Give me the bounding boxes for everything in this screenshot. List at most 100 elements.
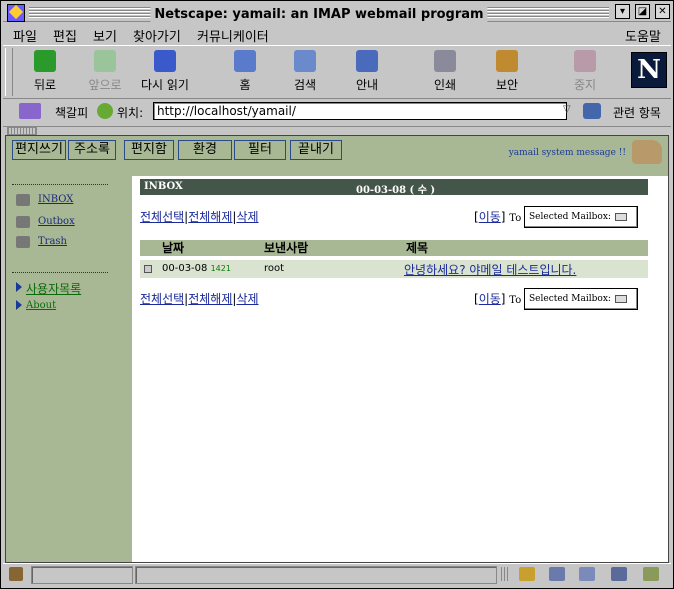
search-button[interactable]: 검색 <box>275 50 335 93</box>
deselect-all-link[interactable]: 전체해제 <box>188 210 232 224</box>
back-label: 뒤로 <box>33 78 57 92</box>
toolbar-tab[interactable] <box>7 127 37 135</box>
related-label[interactable]: 관련 항목 <box>613 104 661 121</box>
nav-logout[interactable]: 끝내기 <box>290 140 342 160</box>
reload-icon <box>154 50 176 72</box>
message-table-header: 날짜 보낸사람 제목 <box>140 240 648 256</box>
navigation-toolbar: 뒤로 앞으로 다시 읽기 홈 검색 안내 인쇄 보안 중지 N <box>3 45 671 99</box>
mailbox-select-label: Selected Mailbox: <box>529 294 611 304</box>
menu-go[interactable]: 찾아가기 <box>133 26 181 45</box>
menu-edit[interactable]: 편집 <box>53 26 77 45</box>
nav-filter[interactable]: 필터 <box>234 140 286 160</box>
inbox-icon <box>16 194 30 206</box>
menu-communicator[interactable]: 커뮤니케이터 <box>197 26 269 45</box>
personal-toolbar-collapsed[interactable] <box>3 127 671 135</box>
home-button[interactable]: 홈 <box>215 50 275 93</box>
mailbox-date: 00-03-08 ( 수 ) <box>356 185 436 196</box>
select-all-link[interactable]: 전체선택 <box>140 210 184 224</box>
select-all-link[interactable]: 전체선택 <box>140 292 184 306</box>
bookmarks-label[interactable]: 책갈피 <box>55 104 88 121</box>
sidebar-item-outbox[interactable]: Outbox <box>38 216 75 227</box>
url-dropdown-icon[interactable]: ▽ <box>563 104 575 118</box>
col-subject[interactable]: 제목 <box>406 240 428 256</box>
nav-settings[interactable]: 환경 <box>178 140 232 160</box>
component-bar-grip[interactable] <box>501 567 509 581</box>
table-row[interactable]: 00-03-08 1421 root 안녕하세요? 야메일 테스트입니다. <box>140 260 648 278</box>
message-checkbox[interactable] <box>144 265 152 273</box>
close-button[interactable]: ✕ <box>655 4 670 19</box>
toolbar-grip[interactable] <box>5 48 13 96</box>
progress-field <box>31 566 133 584</box>
system-message-icon[interactable] <box>632 140 662 164</box>
security-lock-icon[interactable] <box>9 567 23 581</box>
url-input[interactable]: http://localhost/yamail/ <box>153 102 567 120</box>
title-bar[interactable]: Netscape: yamail: an IMAP webmail progra… <box>3 3 671 22</box>
sidebar-item-user-list[interactable]: 사용자목록 <box>26 280 81 297</box>
sidebar-item-about[interactable]: About <box>26 300 56 311</box>
delete-link[interactable]: 삭제 <box>236 210 258 224</box>
col-date[interactable]: 날짜 <box>162 240 184 256</box>
composer-icon[interactable] <box>643 567 659 581</box>
mailbox-select-top[interactable]: Selected Mailbox: <box>524 206 638 228</box>
menu-help[interactable]: 도움말 <box>625 26 661 45</box>
related-icon[interactable] <box>583 103 601 119</box>
nav-mailbox[interactable]: 편지함 <box>124 140 174 160</box>
mailbox-select-bottom[interactable]: Selected Mailbox: <box>524 288 638 310</box>
to-label: To <box>509 295 522 306</box>
move-link[interactable]: 이동 <box>479 210 501 224</box>
back-button[interactable]: 뒤로 <box>15 50 75 93</box>
nav-addressbook[interactable]: 주소록 <box>68 140 116 160</box>
sidebar-item-trash[interactable]: Trash <box>38 236 67 247</box>
system-message-link[interactable]: yamail system message !! <box>509 148 626 158</box>
bookmarks-icon[interactable] <box>19 103 41 119</box>
reload-label: 다시 읽기 <box>141 78 189 92</box>
bracket: ] <box>500 292 506 306</box>
sidebar-item-inbox[interactable]: INBOX <box>38 194 73 205</box>
maximize-button[interactable]: ◪ <box>635 4 650 19</box>
navigator-icon[interactable] <box>519 567 535 581</box>
message-date: 00-03-08 1421 <box>162 263 231 274</box>
window-title: Netscape: yamail: an IMAP webmail progra… <box>150 7 488 22</box>
guide-button[interactable]: 안내 <box>337 50 397 93</box>
security-button[interactable]: 보안 <box>477 50 537 93</box>
menu-view[interactable]: 보기 <box>93 26 117 45</box>
status-bar <box>3 563 671 586</box>
dropdown-icon <box>615 213 627 221</box>
address-book-icon[interactable] <box>611 567 627 581</box>
status-text-field <box>135 566 497 584</box>
back-arrow-icon <box>34 50 56 72</box>
home-icon <box>234 50 256 72</box>
move-link[interactable]: 이동 <box>479 292 501 306</box>
printer-icon <box>434 50 456 72</box>
bottom-move: [이동] To <box>474 290 521 307</box>
message-size: 1421 <box>210 264 231 273</box>
delete-link[interactable]: 삭제 <box>236 292 258 306</box>
reload-button[interactable]: 다시 읽기 <box>135 50 195 93</box>
print-label: 인쇄 <box>433 78 457 92</box>
stop-button[interactable]: 중지 <box>555 50 615 93</box>
menu-file[interactable]: 파일 <box>13 26 37 45</box>
guide-icon <box>356 50 378 72</box>
newsgroups-icon[interactable] <box>579 567 595 581</box>
location-label: 위치: <box>117 106 144 120</box>
sidebar-divider <box>12 272 108 273</box>
security-label: 보안 <box>495 78 519 92</box>
netscape-n-logo[interactable]: N <box>631 52 667 88</box>
stop-label: 중지 <box>573 78 597 92</box>
minimize-button[interactable]: ▾ <box>615 4 630 19</box>
print-button[interactable]: 인쇄 <box>415 50 475 93</box>
nav-compose[interactable]: 편지쓰기 <box>12 140 66 160</box>
mail-icon[interactable] <box>549 567 565 581</box>
col-from[interactable]: 보낸사람 <box>264 240 308 256</box>
top-actions: 전체선택|전체해제|삭제 <box>140 208 259 225</box>
location-page-icon[interactable] <box>97 103 113 119</box>
sidebar: INBOX Outbox Trash 사용자목록 About <box>6 176 132 562</box>
deselect-all-link[interactable]: 전체해제 <box>188 292 232 306</box>
lock-icon <box>496 50 518 72</box>
netscape-app-icon[interactable] <box>7 4 25 22</box>
forward-button[interactable]: 앞으로 <box>75 50 135 93</box>
search-icon <box>294 50 316 72</box>
mailbox-view: INBOX 00-03-08 ( 수 ) 전체선택|전체해제|삭제 [이동] T… <box>132 176 668 562</box>
forward-label: 앞으로 <box>88 78 122 92</box>
message-subject-link[interactable]: 안녕하세요? 야메일 테스트입니다. <box>404 261 576 278</box>
